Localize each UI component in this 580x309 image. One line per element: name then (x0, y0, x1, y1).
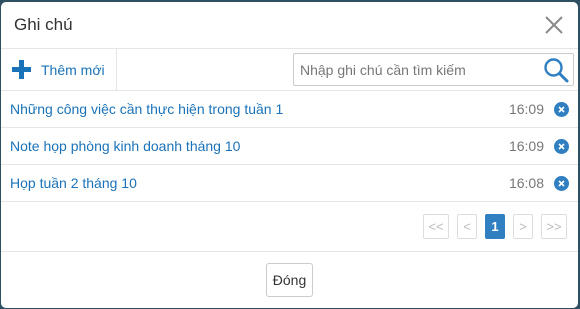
delete-icon[interactable] (554, 175, 569, 191)
note-title[interactable]: Note họp phòng kinh doanh tháng 10 (10, 138, 240, 154)
note-list: Những công việc cần thực hiện trong tuần… (1, 91, 578, 202)
first-page-button[interactable]: << (423, 214, 449, 239)
search-icon[interactable] (543, 57, 569, 83)
plus-icon (12, 60, 31, 79)
add-new-label: Thêm mới (41, 61, 105, 78)
current-page-button[interactable]: 1 (485, 214, 505, 239)
last-page-button[interactable]: >> (541, 214, 567, 239)
notes-dialog: Ghi chú Thêm mới Những công việc cần thự… (1, 2, 578, 308)
next-page-button[interactable]: > (513, 214, 533, 239)
close-button[interactable]: Đóng (265, 263, 314, 297)
search-box (293, 53, 574, 86)
toolbar: Thêm mới (1, 49, 578, 91)
note-time: 16:09 (508, 138, 544, 154)
delete-icon[interactable] (554, 101, 569, 117)
dialog-title: Ghi chú (14, 15, 73, 34)
list-item: Note họp phòng kinh doanh tháng 10 16:09 (1, 128, 578, 165)
note-title[interactable]: Họp tuần 2 tháng 10 (10, 175, 137, 191)
list-item: Những công việc cần thực hiện trong tuần… (1, 91, 578, 128)
search-input[interactable] (300, 61, 530, 78)
add-new-button[interactable]: Thêm mới (1, 49, 117, 90)
dialog-header: Ghi chú (1, 2, 578, 49)
dialog-footer: Đóng (1, 252, 578, 308)
note-time: 16:09 (508, 101, 544, 117)
note-time: 16:08 (508, 175, 544, 191)
close-icon[interactable] (542, 13, 566, 37)
delete-icon[interactable] (554, 138, 569, 154)
prev-page-button[interactable]: < (457, 214, 477, 239)
note-title[interactable]: Những công việc cần thực hiện trong tuần… (10, 101, 283, 117)
list-item: Họp tuần 2 tháng 10 16:08 (1, 165, 578, 202)
pagination: << < 1 > >> (1, 202, 578, 252)
